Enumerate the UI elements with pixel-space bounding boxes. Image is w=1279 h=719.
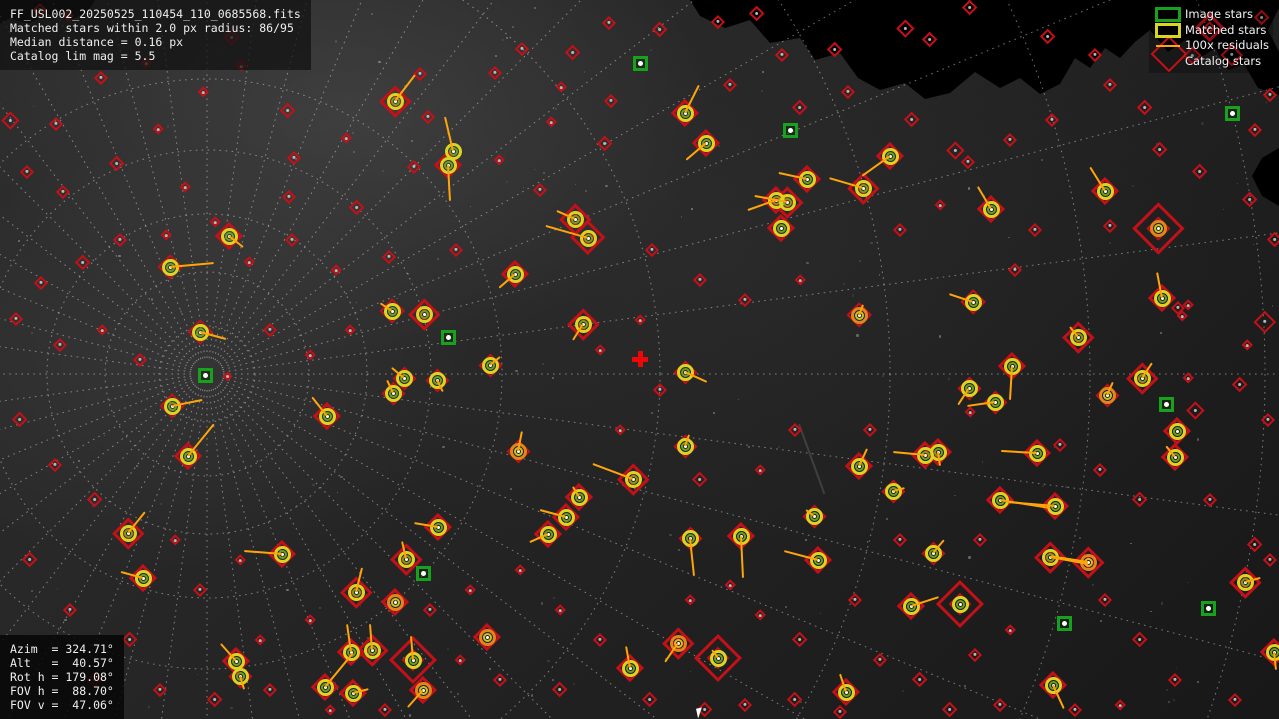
catalog-lim-mag-stat: Catalog lim mag = 5.5: [10, 49, 156, 63]
image-star-square: [440, 329, 456, 345]
residual-line-icon: [1151, 44, 1185, 47]
legend-row-matched-stars: Matched stars: [1151, 23, 1269, 39]
image-star-square: [197, 367, 213, 383]
legend-row-image-stars: Image stars: [1151, 7, 1269, 23]
matched-stars-stat: Matched stars within 2.0 px radius: 86/9…: [10, 21, 294, 35]
rot-value: Rot h = 179.08°: [10, 670, 114, 684]
legend: Image stars Matched stars 100x residuals…: [1149, 5, 1273, 73]
fits-filename: FF_USL002_20250525_110454_110_0685568.fi…: [10, 7, 301, 21]
matched-star-ring: [772, 219, 790, 237]
matched-star-ring: [854, 179, 872, 197]
median-distance-stat: Median distance = 0.16 px: [10, 35, 184, 49]
matched-star-circle-icon: [1151, 22, 1185, 38]
matched-star-ring: [579, 229, 597, 247]
fov-v-value: FOV v = 47.06°: [10, 698, 114, 712]
matched-star-ring: [557, 508, 575, 526]
legend-row-residuals: 100x residuals: [1151, 38, 1269, 54]
matched-star-ring: [809, 551, 827, 569]
image-star-square: [632, 55, 648, 71]
image-star-square: [1200, 600, 1216, 616]
matched-star-ring: [837, 683, 855, 701]
image-star-square: [1056, 615, 1072, 631]
matched-star-ring: [964, 293, 982, 311]
matched-star-ring: [982, 200, 1000, 218]
matched-star-ring: [566, 210, 584, 228]
image-star-square-icon: [1151, 7, 1185, 23]
matched-star-ring: [624, 470, 642, 488]
matched-star-ring: [1096, 182, 1114, 200]
legend-label: Matched stars: [1185, 22, 1267, 37]
matched-star-ring: [384, 384, 402, 402]
image-star-square: [1158, 396, 1174, 412]
image-star-square: [1224, 105, 1240, 121]
legend-label: 100x residuals: [1185, 38, 1269, 52]
astrometry-plot-canvas: FF_USL002_20250525_110454_110_0685568.fi…: [0, 0, 1279, 719]
legend-row-catalog-stars: Catalog stars: [1151, 54, 1269, 70]
legend-label: Catalog stars: [1185, 53, 1262, 68]
legend-label: Image stars: [1185, 7, 1253, 21]
matched-star-ring: [478, 628, 496, 646]
image-star-square: [782, 122, 798, 138]
image-star-square: [415, 565, 431, 581]
matched-star-ring: [397, 550, 415, 568]
azim-value: Azim = 324.71°: [10, 642, 114, 656]
field-center-cross-icon: [632, 351, 648, 367]
matched-star-ring: [134, 569, 152, 587]
matched-star-ring: [415, 305, 433, 323]
fov-h-value: FOV h = 88.70°: [10, 684, 114, 698]
pointing-info-box: Azim = 324.71° Alt = 40.57° Rot h = 179.…: [0, 635, 124, 719]
matched-star-ring: [951, 595, 969, 613]
alt-value: Alt = 40.57°: [10, 656, 114, 670]
matched-star-ring: [1168, 422, 1186, 440]
fits-info-box: FF_USL002_20250525_110454_110_0685568.fi…: [0, 0, 311, 70]
matched-star-ring: [386, 593, 404, 611]
matched-star-ring: [798, 170, 816, 188]
matched-star-ring: [1149, 219, 1167, 237]
matched-star-ring: [570, 488, 588, 506]
